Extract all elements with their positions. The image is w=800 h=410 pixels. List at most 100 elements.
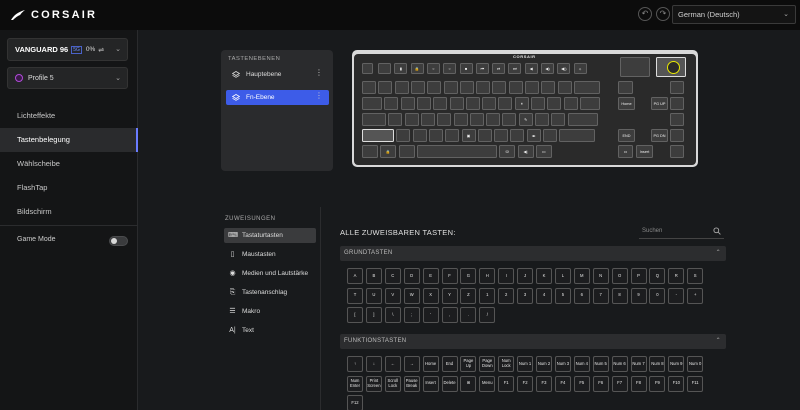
keyboard-key[interactable]: 🔒	[380, 145, 397, 158]
assignable-key[interactable]: ←	[384, 356, 401, 372]
assignable-key[interactable]: F6	[592, 375, 609, 392]
assignable-key[interactable]: B	[365, 268, 382, 284]
assignable-key[interactable]: 4	[536, 287, 552, 304]
assignable-key[interactable]: A	[347, 268, 363, 284]
assignable-key[interactable]: L	[554, 268, 571, 284]
assignable-key[interactable]: W	[403, 287, 420, 304]
assignable-key[interactable]: H	[479, 268, 496, 284]
keyboard-key[interactable]	[543, 129, 557, 142]
assignable-key[interactable]: T	[347, 287, 363, 304]
assignable-key[interactable]: 7	[592, 287, 609, 304]
assignable-key[interactable]: R	[668, 268, 685, 284]
redo-icon[interactable]: ↷	[656, 7, 670, 21]
keyboard-key[interactable]: ◀)	[541, 63, 554, 74]
assignable-key[interactable]: F4	[554, 375, 571, 392]
assignable-key[interactable]: [	[347, 307, 363, 323]
assignable-key[interactable]: End	[441, 356, 458, 372]
keyboard-key[interactable]	[420, 113, 435, 126]
keyboard-key[interactable]	[396, 129, 411, 142]
assignable-key[interactable]: .	[460, 307, 477, 323]
keyboard-key[interactable]	[498, 97, 513, 110]
keyboard-key[interactable]: ▣	[461, 129, 476, 142]
assignable-key[interactable]: Print Screen	[365, 375, 382, 392]
keyboard-key[interactable]	[573, 81, 600, 94]
profile-selector[interactable]: Profile 5 ⌄	[7, 67, 128, 89]
keyboard-key[interactable]: ○	[443, 63, 457, 74]
keyboard-key[interactable]: ☼	[573, 63, 587, 74]
keyboard-key[interactable]	[388, 113, 403, 126]
keyboard-key-pgdn[interactable]: PG DN	[651, 129, 668, 142]
keyboard-key[interactable]	[579, 97, 600, 110]
keyboard-key[interactable]	[453, 113, 468, 126]
assignable-key[interactable]: /	[479, 307, 496, 323]
group-header-function[interactable]: FUNKTIONSTASTEN ⌃	[340, 334, 726, 349]
keyboard-key[interactable]	[563, 97, 578, 110]
assignable-key[interactable]: F3	[536, 375, 552, 392]
more-vertical-icon[interactable]: ⋮	[315, 91, 323, 100]
keyboard-key[interactable]	[670, 129, 684, 142]
assignable-key[interactable]: ]	[365, 307, 382, 323]
assignable-key[interactable]: Q	[649, 268, 666, 284]
keyboard-key[interactable]	[362, 145, 378, 158]
category-media[interactable]: ◉ Medien und Lautstärke	[224, 266, 316, 281]
keyboard-key[interactable]	[531, 97, 545, 110]
sidebar-item-lighting[interactable]: Lichteffekte	[0, 104, 138, 128]
category-keyboard[interactable]: ⌨ Tastaturtasten	[224, 228, 316, 243]
keyboard-screen[interactable]	[620, 57, 650, 77]
keyboard-key[interactable]: ⏸	[514, 97, 529, 110]
assignable-key[interactable]: C	[384, 268, 401, 284]
assignable-key[interactable]: Num 2	[536, 356, 552, 372]
more-vertical-icon[interactable]: ⋮	[315, 68, 323, 77]
assignable-key[interactable]: Num 5	[592, 356, 609, 372]
assignable-key[interactable]: F9	[649, 375, 666, 392]
keyboard-key[interactable]	[492, 81, 507, 94]
sidebar-item-flashtap[interactable]: FlashTap	[0, 176, 138, 200]
keyboard-key[interactable]: ⏯	[492, 63, 506, 74]
keyboard-key-pgup[interactable]: PG UP	[651, 97, 668, 110]
category-text[interactable]: A| Text	[224, 323, 316, 338]
assignable-key[interactable]: F7	[611, 375, 628, 392]
keyboard-key[interactable]	[404, 113, 419, 126]
sidebar-item-dial[interactable]: Wählscheibe	[0, 152, 138, 176]
assignable-key[interactable]: F	[441, 268, 458, 284]
keyboard-key-home[interactable]: Home	[618, 97, 635, 110]
keyboard-key[interactable]	[433, 97, 448, 110]
assignable-key[interactable]: ;	[403, 307, 420, 323]
assignable-key[interactable]: F8	[630, 375, 647, 392]
assignable-key[interactable]: 0	[649, 287, 666, 304]
keyboard-key[interactable]: ◀	[524, 63, 538, 74]
assignable-key[interactable]: Num 9	[668, 356, 685, 372]
sidebar-item-key-assignment[interactable]: Tastenbelegung	[0, 128, 138, 152]
assignable-key[interactable]: ↓	[365, 356, 382, 372]
assignable-key[interactable]: \	[384, 307, 401, 323]
assignable-key[interactable]: 5	[554, 287, 571, 304]
assignable-key[interactable]: Num Enter	[347, 375, 363, 392]
keyboard-key[interactable]	[378, 81, 393, 94]
keyboard-key[interactable]	[557, 81, 572, 94]
assignable-key[interactable]: 1	[479, 287, 496, 304]
keyboard-key[interactable]: ⏭	[508, 63, 522, 74]
keyboard-key[interactable]: ◀))	[557, 63, 571, 74]
keyboard-key[interactable]	[394, 81, 409, 94]
assignable-key[interactable]: F11	[687, 375, 704, 392]
assignable-key[interactable]: Num Lock	[498, 356, 515, 372]
keyboard-key[interactable]: ⏮	[475, 63, 489, 74]
assignable-key[interactable]: -	[668, 287, 685, 304]
assignable-key[interactable]: →	[403, 356, 420, 372]
keyboard-key[interactable]	[445, 129, 460, 142]
keyboard-key[interactable]	[443, 81, 458, 94]
keyboard-key[interactable]	[567, 113, 598, 126]
keyboard-key[interactable]	[541, 81, 556, 94]
assignable-key[interactable]: Num 6	[611, 356, 628, 372]
assignable-key[interactable]: Scroll Lock	[384, 375, 401, 392]
keyboard-key[interactable]	[362, 113, 386, 126]
assignable-key[interactable]: F2	[517, 375, 534, 392]
game-mode-toggle[interactable]	[109, 236, 128, 246]
keyboard-key[interactable]	[510, 129, 525, 142]
keyboard-key[interactable]	[459, 81, 474, 94]
keyboard-key[interactable]	[465, 97, 480, 110]
keyboard-key[interactable]: 🔒	[410, 63, 424, 74]
keyboard-key[interactable]	[362, 63, 373, 74]
assignable-key[interactable]: Num 4	[573, 356, 590, 372]
search-input[interactable]: Suchen	[639, 225, 724, 239]
